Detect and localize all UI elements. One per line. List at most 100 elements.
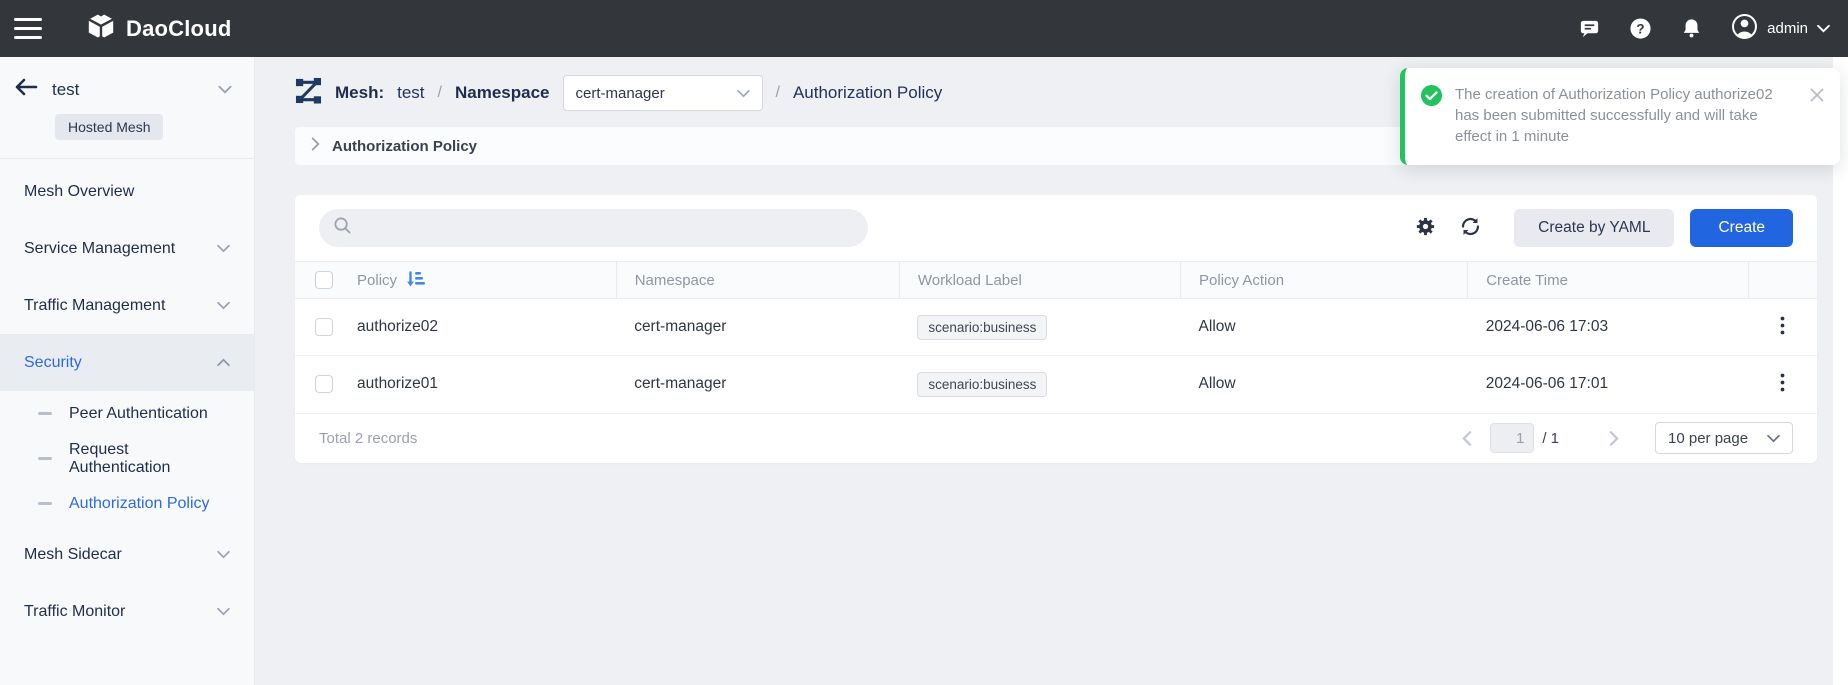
topbar: DaoCloud ? bbox=[0, 0, 1848, 57]
column-header-workload-label: Workload Label bbox=[899, 262, 1180, 299]
back-icon[interactable] bbox=[14, 77, 38, 102]
breadcrumb-separator: / bbox=[776, 84, 780, 102]
toast-message: The creation of Authorization Policy aut… bbox=[1455, 84, 1796, 147]
mesh-label: Mesh: bbox=[335, 83, 384, 103]
namespace-select-value: cert-manager bbox=[576, 85, 665, 102]
cell-create-time: 2024-06-06 17:01 bbox=[1468, 356, 1749, 413]
table-row: authorize01 cert-manager scenario:busine… bbox=[295, 356, 1817, 413]
sidebar-item-service-management[interactable]: Service Management bbox=[0, 220, 254, 277]
chevron-down-icon bbox=[217, 603, 230, 621]
column-header-policy[interactable]: Policy bbox=[339, 262, 616, 299]
page-total: / 1 bbox=[1542, 430, 1559, 447]
sidebar-item-traffic-management[interactable]: Traffic Management bbox=[0, 277, 254, 334]
cell-policy: authorize02 bbox=[339, 299, 616, 356]
namespace-select[interactable]: cert-manager bbox=[563, 75, 763, 111]
sidebar-mesh-name: test bbox=[52, 80, 204, 100]
row-actions-kebab-icon[interactable] bbox=[1774, 367, 1791, 401]
sort-icon[interactable] bbox=[406, 270, 425, 291]
create-by-yaml-button[interactable]: Create by YAML bbox=[1514, 209, 1674, 247]
sidebar-item-mesh-overview[interactable]: Mesh Overview bbox=[0, 163, 254, 220]
chevron-up-icon bbox=[217, 354, 230, 372]
brand-name: DaoCloud bbox=[126, 16, 231, 42]
sidebar-item-authorization-policy[interactable]: Authorization Policy bbox=[0, 481, 254, 526]
settings-gear-button[interactable] bbox=[1410, 211, 1441, 245]
page-size-select[interactable]: 10 per page bbox=[1655, 422, 1793, 454]
hosted-mesh-badge: Hosted Mesh bbox=[55, 114, 163, 140]
page-number-input[interactable] bbox=[1490, 423, 1534, 453]
chevron-down-icon bbox=[1767, 430, 1780, 447]
workload-label-tag: scenario:business bbox=[917, 372, 1047, 397]
success-check-icon bbox=[1420, 84, 1443, 112]
success-toast: The creation of Authorization Policy aut… bbox=[1400, 68, 1840, 165]
sidebar-item-security[interactable]: Security bbox=[0, 334, 254, 391]
table-row: authorize02 cert-manager scenario:busine… bbox=[295, 299, 1817, 356]
column-header-actions bbox=[1749, 262, 1817, 299]
table-header-row: Policy bbox=[295, 262, 1817, 299]
bell-icon[interactable] bbox=[1680, 17, 1703, 40]
cell-namespace: cert-manager bbox=[616, 299, 899, 356]
sidebar-mesh-switcher[interactable]: test bbox=[0, 77, 254, 102]
total-records: Total 2 records bbox=[319, 430, 417, 447]
dash-icon bbox=[38, 412, 52, 415]
dash-icon bbox=[38, 502, 52, 505]
cell-policy-action: Allow bbox=[1181, 299, 1468, 356]
refresh-button[interactable] bbox=[1455, 211, 1486, 245]
chevron-down-icon bbox=[217, 297, 230, 315]
help-icon[interactable]: ? bbox=[1629, 17, 1652, 40]
page-size-value: 10 per page bbox=[1668, 430, 1748, 447]
row-checkbox[interactable] bbox=[315, 318, 333, 336]
column-header-policy-action: Policy Action bbox=[1181, 262, 1468, 299]
brand: DaoCloud bbox=[86, 11, 231, 46]
cell-namespace: cert-manager bbox=[616, 356, 899, 413]
gear-icon bbox=[1414, 215, 1437, 241]
row-actions-kebab-icon[interactable] bbox=[1774, 310, 1791, 344]
panel-title: Authorization Policy bbox=[332, 138, 477, 155]
search-box[interactable] bbox=[319, 209, 868, 247]
sidebar-item-traffic-monitor[interactable]: Traffic Monitor bbox=[0, 583, 254, 640]
sidebar: test Hosted Mesh Mesh Overview Service M… bbox=[0, 57, 255, 685]
user-menu[interactable]: admin bbox=[1731, 13, 1830, 45]
dash-icon bbox=[38, 457, 52, 460]
create-button[interactable]: Create bbox=[1690, 209, 1793, 247]
prev-page-icon[interactable] bbox=[1458, 427, 1476, 450]
breadcrumb-separator: / bbox=[438, 84, 442, 102]
column-header-create-time: Create Time bbox=[1468, 262, 1749, 299]
workload-label-tag: scenario:business bbox=[917, 315, 1047, 340]
sidebar-nav: Mesh Overview Service Management Traffic… bbox=[0, 163, 254, 640]
policy-table: Policy bbox=[295, 261, 1817, 413]
pagination: / 1 10 per page bbox=[1458, 422, 1793, 454]
sidebar-item-request-authentication[interactable]: Request Authentication bbox=[0, 436, 254, 481]
cell-policy: authorize01 bbox=[339, 356, 616, 413]
chevron-down-icon bbox=[1817, 20, 1830, 38]
sidebar-item-mesh-sidecar[interactable]: Mesh Sidecar bbox=[0, 526, 254, 583]
breadcrumb-page-title: Authorization Policy bbox=[793, 83, 942, 103]
sidebar-item-peer-authentication[interactable]: Peer Authentication bbox=[0, 391, 254, 436]
daocloud-logo-icon bbox=[86, 11, 116, 46]
mesh-topology-icon bbox=[295, 77, 322, 109]
user-name: admin bbox=[1767, 20, 1808, 37]
hamburger-menu-icon[interactable] bbox=[14, 18, 42, 39]
topbar-actions: ? admin bbox=[1578, 13, 1830, 45]
chevron-down-icon bbox=[217, 240, 230, 258]
next-page-icon[interactable] bbox=[1605, 427, 1623, 450]
refresh-icon bbox=[1459, 215, 1482, 241]
row-checkbox[interactable] bbox=[315, 375, 333, 393]
cell-create-time: 2024-06-06 17:03 bbox=[1468, 299, 1749, 356]
column-header-namespace: Namespace bbox=[616, 262, 899, 299]
toolbar-actions: Create by YAML Create bbox=[1410, 209, 1793, 247]
chevron-down-icon bbox=[737, 85, 750, 102]
table-footer: Total 2 records / 1 10 per page bbox=[295, 413, 1817, 463]
search-input[interactable] bbox=[360, 220, 854, 237]
policy-table-card: Create by YAML Create Policy bbox=[295, 195, 1817, 463]
svg-text:?: ? bbox=[1637, 21, 1645, 36]
select-all-checkbox[interactable] bbox=[315, 271, 333, 289]
avatar-icon bbox=[1731, 13, 1758, 45]
mesh-value: test bbox=[397, 83, 424, 103]
chevron-down-icon bbox=[217, 546, 230, 564]
table-toolbar: Create by YAML Create bbox=[295, 195, 1817, 261]
close-icon[interactable] bbox=[1808, 86, 1826, 107]
chevron-right-icon bbox=[311, 137, 320, 156]
app-window: DaoCloud ? bbox=[0, 0, 1848, 685]
sidebar-divider bbox=[0, 158, 254, 159]
chat-icon[interactable] bbox=[1578, 17, 1601, 40]
